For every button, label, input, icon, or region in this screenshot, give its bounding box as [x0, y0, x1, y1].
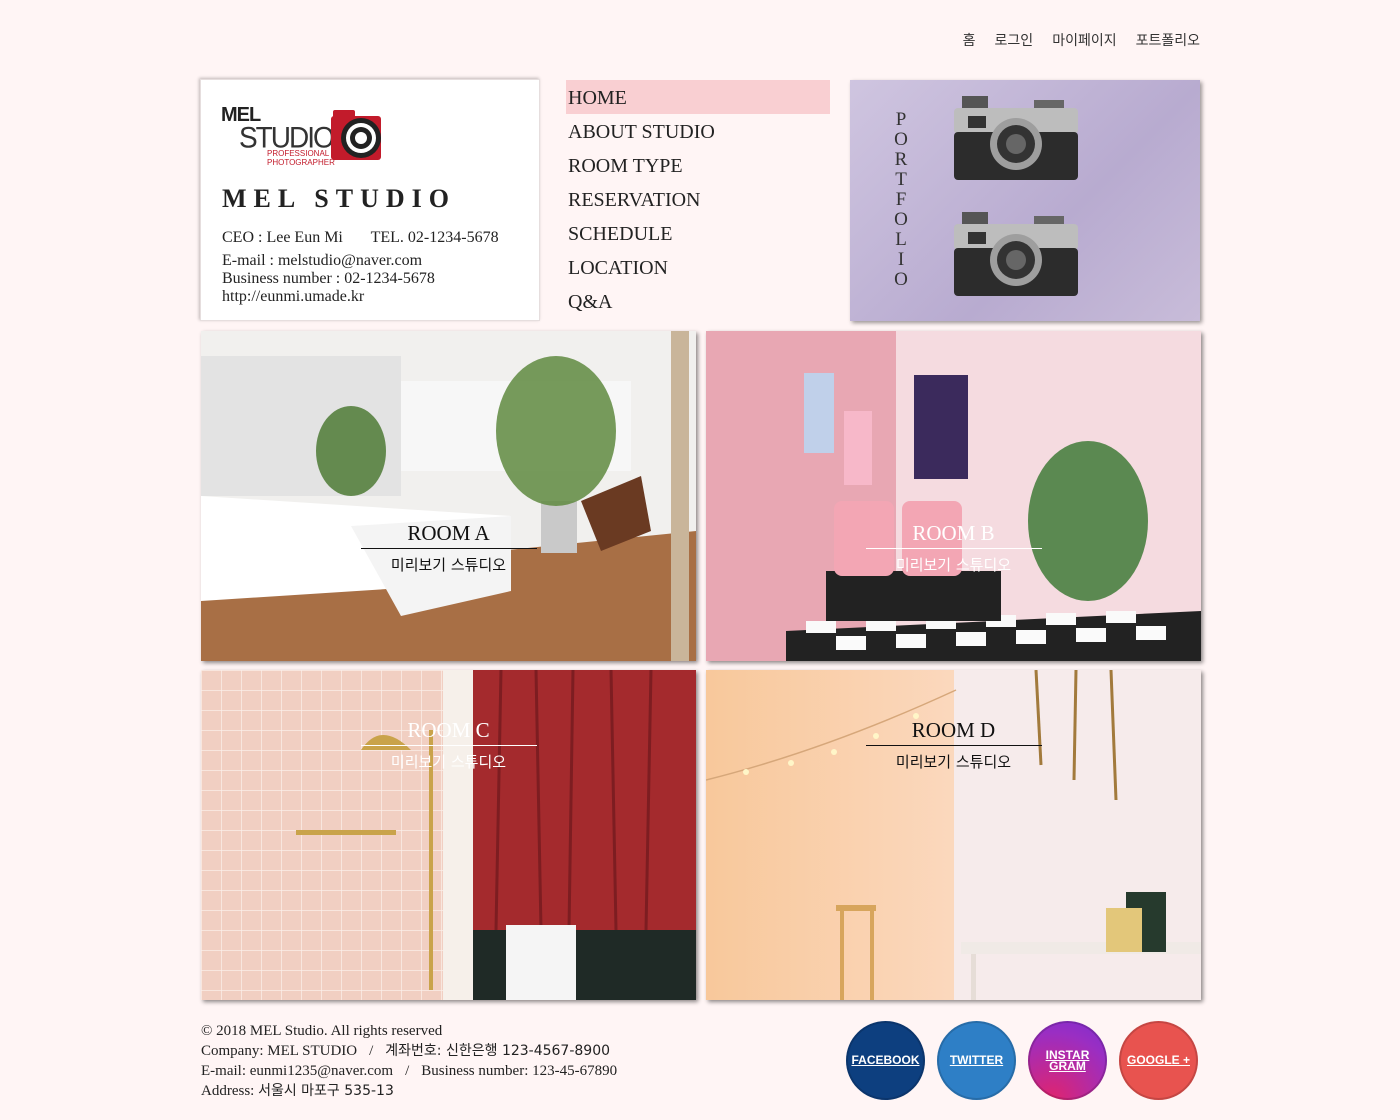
- room-b-subtitle: 미리보기 스튜디오: [895, 556, 1012, 574]
- email-text: E-mail : melstudio@naver.com: [222, 252, 423, 269]
- ceo-text: CEO : Lee Eun Mi: [222, 229, 343, 246]
- footer-address-line: Address: 서울시 마포구 535-13: [201, 1081, 617, 1101]
- footer-company-line: Company: MEL STUDIO / 계좌번호: 신한은행 123-4567-…: [201, 1043, 611, 1059]
- camera-logo-icon: [331, 110, 381, 160]
- menu-item-room-type[interactable]: ROOM TYPE: [566, 148, 830, 182]
- room-c-subtitle: 미리보기 스튜디오: [390, 753, 507, 771]
- room-c-card[interactable]: ROOM C 미리보기 스튜디오: [201, 670, 696, 1000]
- menu-item-reservation[interactable]: RESERVATION: [566, 182, 830, 216]
- footer-email-line: E-mail: eunmi1235@naver.com / Business num…: [201, 1063, 618, 1079]
- room-d-subtitle: 미리보기 스튜디오: [895, 753, 1012, 771]
- room-a-title: ROOM A: [360, 521, 537, 549]
- room-b-photo: [706, 331, 1201, 661]
- vintage-camera-image: [954, 212, 1078, 296]
- business-number-text: Business number : 02-1234-5678: [222, 270, 435, 287]
- room-a-label: ROOM A 미리보기 스튜디오: [201, 521, 696, 575]
- instagram-button[interactable]: INSTAR GRAM: [1028, 1021, 1107, 1100]
- room-b-label: ROOM B 미리보기 스튜디오: [706, 521, 1201, 575]
- address-text: 서울시 마포구 535-13: [258, 1083, 394, 1099]
- company-text: Company: MEL STUDIO: [201, 1043, 358, 1059]
- logo-subtitle-line1: PROFESSIONAL: [267, 149, 330, 158]
- ceo-tel-line: CEO : Lee Eun Mi TEL. 02-1234-5678: [222, 229, 499, 247]
- footer-email-text: E-mail: eunmi1235@naver.com: [201, 1063, 394, 1079]
- facebook-button[interactable]: FACEBOOK: [846, 1021, 925, 1100]
- website-url-text: http://eunmi.umade.kr: [222, 288, 365, 305]
- main-menu: HOME ABOUT STUDIO ROOM TYPE RESERVATION …: [566, 80, 830, 318]
- studio-info-card: MEL STUDIO PROFESSIONAL PHOTOGRAPHER MEL…: [200, 79, 540, 321]
- footer-info: © 2018 MEL Studio. All rights reserved C…: [201, 1021, 617, 1101]
- room-d-label: ROOM D 미리보기 스튜디오: [706, 718, 1201, 772]
- menu-item-qna[interactable]: Q&A: [566, 284, 830, 318]
- menu-item-location[interactable]: LOCATION: [566, 250, 830, 284]
- address-label: Address:: [201, 1083, 255, 1099]
- menu-item-home[interactable]: HOME: [566, 80, 830, 114]
- room-a-photo: [201, 331, 696, 661]
- room-b-card[interactable]: ROOM B 미리보기 스튜디오: [706, 331, 1201, 661]
- room-d-title: ROOM D: [865, 718, 1042, 746]
- menu-item-schedule[interactable]: SCHEDULE: [566, 216, 830, 250]
- tel-text: TEL. 02-1234-5678: [370, 229, 499, 246]
- top-nav-login-link[interactable]: 로그인: [995, 30, 1034, 50]
- google-plus-button[interactable]: GOOGLE +: [1119, 1021, 1198, 1100]
- room-b-title: ROOM B: [865, 521, 1042, 549]
- room-c-title: ROOM C: [360, 718, 537, 746]
- social-links: FACEBOOK TWITTER INSTAR GRAM GOOGLE +: [846, 1021, 1198, 1100]
- top-nav-mypage-link[interactable]: 마이페이지: [1052, 30, 1116, 50]
- room-c-label: ROOM C 미리보기 스튜디오: [201, 718, 696, 772]
- logo-subtitle-line2: PHOTOGRAPHER: [267, 158, 335, 167]
- twitter-button[interactable]: TWITTER: [937, 1021, 1016, 1100]
- copyright-text: © 2018 MEL Studio. All rights reserved: [201, 1023, 443, 1039]
- footer-business-text: Business number: 123-45-67890: [421, 1063, 618, 1079]
- portfolio-banner[interactable]: PORTFOLIO: [850, 80, 1200, 321]
- portfolio-label: PORTFOLIO: [894, 109, 910, 290]
- studio-logo[interactable]: MEL STUDIO PROFESSIONAL PHOTOGRAPHER: [221, 102, 391, 168]
- menu-item-about-studio[interactable]: ABOUT STUDIO: [566, 114, 830, 148]
- google-plus-icon: GOOGLE +: [1126, 1053, 1190, 1067]
- room-a-card[interactable]: ROOM A 미리보기 스튜디오: [201, 331, 696, 661]
- logo-subtitle: PROFESSIONAL PHOTOGRAPHER: [267, 149, 335, 167]
- vintage-camera-image: [954, 96, 1078, 180]
- top-nav: 홈 로그인 마이페이지 포트폴리오: [963, 30, 1200, 50]
- brand-title: MEL STUDIO: [222, 184, 456, 213]
- top-nav-portfolio-link[interactable]: 포트폴리오: [1136, 30, 1200, 50]
- account-text: 계좌번호: 신한은행 123-4567-8900: [385, 1043, 611, 1059]
- room-a-subtitle: 미리보기 스튜디오: [390, 556, 507, 574]
- twitter-icon: TWITTER: [949, 1053, 1004, 1067]
- top-nav-home-link[interactable]: 홈: [963, 30, 976, 50]
- room-d-card[interactable]: ROOM D 미리보기 스튜디오: [706, 670, 1201, 1000]
- facebook-icon: FACEBOOK: [851, 1053, 920, 1067]
- instagram-icon: INSTAR GRAM: [1045, 1047, 1090, 1073]
